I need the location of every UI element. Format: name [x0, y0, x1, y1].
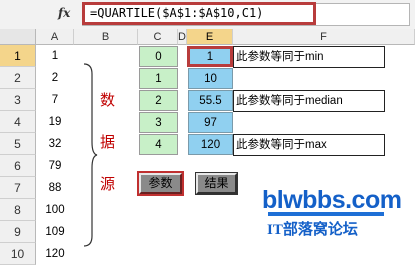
cell-e5[interactable]: 120 [188, 134, 233, 155]
cell-e4[interactable]: 97 [188, 112, 233, 133]
cell-e2[interactable]: 10 [188, 68, 233, 89]
cell-e3[interactable]: 55.5 [188, 90, 233, 111]
row-header-10[interactable]: 10 [0, 243, 36, 265]
row-header-5[interactable]: 5 [0, 133, 36, 155]
cell-c5[interactable]: 4 [139, 134, 178, 155]
params-button[interactable]: 参数 [137, 171, 184, 196]
cell-f5-note[interactable]: 此参数等同于max [233, 134, 385, 156]
row-header-1[interactable]: 1 [0, 45, 36, 67]
column-header-f[interactable]: F [233, 29, 415, 45]
cell-a3[interactable]: 7 [36, 90, 74, 110]
label-char-yuan: 源 [100, 175, 116, 193]
label-char-shu: 数 [100, 91, 116, 109]
label-char-ju: 据 [100, 133, 116, 151]
formula-text[interactable]: =QUARTILE($A$1:$A$10,C1) [90, 6, 263, 20]
row-header-7[interactable]: 7 [0, 177, 36, 199]
column-header-e[interactable]: E [187, 29, 233, 45]
row-header-2[interactable]: 2 [0, 67, 36, 89]
curly-brace-icon [83, 63, 98, 247]
result-button[interactable]: 结果 [195, 172, 238, 195]
row-header-3[interactable]: 3 [0, 89, 36, 111]
column-header-c[interactable]: C [138, 29, 178, 45]
cell-e1-active[interactable]: 1 [187, 46, 233, 67]
watermark-underline [268, 212, 384, 216]
cell-a1[interactable]: 1 [36, 46, 74, 66]
column-header-a[interactable]: A [36, 29, 74, 45]
watermark-site: blwbbs.com [262, 186, 402, 214]
watermark-subtitle: IT部落窝论坛 [267, 222, 358, 238]
formula-bar: fx =QUARTILE($A$1:$A$10,C1) [0, 0, 415, 30]
cell-a2[interactable]: 2 [36, 68, 74, 88]
select-all-corner[interactable] [0, 29, 36, 45]
row-header-4[interactable]: 4 [0, 111, 36, 133]
cell-f3-note[interactable]: 此参数等同于median [233, 90, 385, 112]
cell-a5[interactable]: 32 [36, 134, 74, 154]
row-header-8[interactable]: 8 [0, 199, 36, 221]
cell-a9[interactable]: 109 [36, 222, 74, 242]
column-header-d[interactable]: D [178, 29, 187, 45]
cell-a10[interactable]: 120 [36, 244, 74, 264]
cell-a8[interactable]: 100 [36, 200, 74, 220]
cell-c3[interactable]: 2 [139, 90, 178, 111]
cell-a7[interactable]: 88 [36, 178, 74, 198]
cell-c4[interactable]: 3 [139, 112, 178, 133]
spreadsheet-window: fx =QUARTILE($A$1:$A$10,C1) A B C D E F … [0, 0, 415, 265]
cell-a6[interactable]: 79 [36, 156, 74, 176]
fx-icon[interactable]: fx [58, 6, 70, 20]
row-header-9[interactable]: 9 [0, 221, 36, 243]
cell-c1[interactable]: 0 [139, 46, 178, 67]
cell-c2[interactable]: 1 [139, 68, 178, 89]
row-header-6[interactable]: 6 [0, 155, 36, 177]
column-header-b[interactable]: B [74, 29, 138, 45]
cell-a4[interactable]: 19 [36, 112, 74, 132]
cell-f1-note[interactable]: 此参数等同于min [233, 46, 385, 68]
